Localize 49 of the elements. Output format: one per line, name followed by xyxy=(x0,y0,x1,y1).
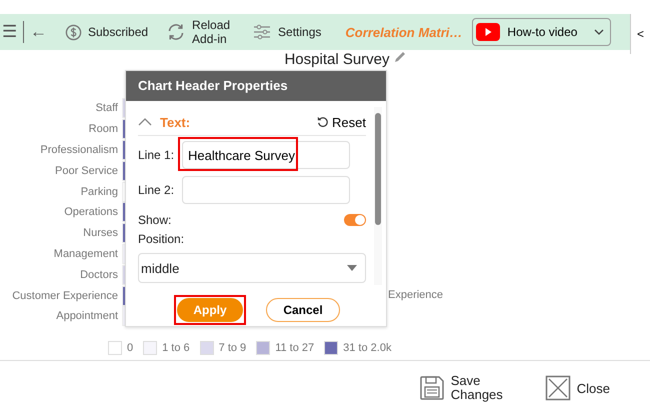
row-label: Operations xyxy=(64,206,118,218)
cancel-button[interactable]: Cancel xyxy=(266,298,340,322)
field-label: Line 2: xyxy=(138,183,176,197)
row-label: Management xyxy=(54,248,118,260)
reload-button[interactable]: Reload Add-in xyxy=(192,18,234,46)
position-dropdown[interactable]: middle xyxy=(138,253,366,283)
row-label: Room xyxy=(88,123,118,136)
legend-label: 1 to 6 xyxy=(162,342,190,354)
reload-icon xyxy=(166,22,186,42)
save-changes-button[interactable]: Save Changes xyxy=(418,374,505,402)
row-label: Parking xyxy=(80,186,118,198)
back-button[interactable]: ← xyxy=(30,22,47,42)
chevron-icon xyxy=(594,29,604,35)
app-title: Correlation Matri… xyxy=(345,24,462,40)
legend-label: 31 to 2.0k xyxy=(343,342,392,354)
section-title: Text: xyxy=(160,114,190,130)
sliders-icon xyxy=(252,22,272,42)
row-label: Poor Service xyxy=(55,164,118,177)
row-label: Customer Experience xyxy=(12,290,118,302)
show-toggle[interactable] xyxy=(344,214,366,226)
line-2-field[interactable] xyxy=(182,176,350,204)
row-label: Staff xyxy=(96,102,118,114)
column-label: Experience xyxy=(388,289,444,301)
field-label: Show: xyxy=(138,213,172,227)
field-label: Position: xyxy=(138,232,182,246)
close-icon xyxy=(544,375,571,401)
dollar-icon xyxy=(65,24,82,40)
settings-button[interactable]: Settings xyxy=(278,24,322,40)
legend-label: 0 xyxy=(127,342,134,354)
row-label: Nurses xyxy=(83,227,118,240)
row-label: Appointment xyxy=(56,310,118,322)
caret-icon[interactable] xyxy=(138,118,152,126)
menu-button[interactable]: ☰ xyxy=(2,22,17,42)
reset-button[interactable]: Reset xyxy=(317,114,366,130)
play-icon xyxy=(476,23,500,41)
line-1-field[interactable]: Healthcare Survey xyxy=(182,141,350,169)
video-dropdown[interactable]: How-to video xyxy=(472,18,612,46)
row-label: Professionalism xyxy=(40,144,118,156)
scrollbar[interactable] xyxy=(374,107,382,285)
row-label: Doctors xyxy=(80,268,118,281)
chart-title: Hospital Survey xyxy=(284,51,390,68)
field-label: Line 1: xyxy=(138,148,176,162)
undo-icon xyxy=(317,116,330,128)
dialog-title: Chart Header Properties xyxy=(126,71,386,101)
dropdown-arrow-icon xyxy=(347,265,357,271)
subscribed-button[interactable]: Subscribed xyxy=(88,24,148,40)
legend-label: 7 to 9 xyxy=(218,342,246,354)
close-button[interactable]: Close xyxy=(544,375,610,401)
legend-label: 11 to 27 xyxy=(275,342,314,354)
